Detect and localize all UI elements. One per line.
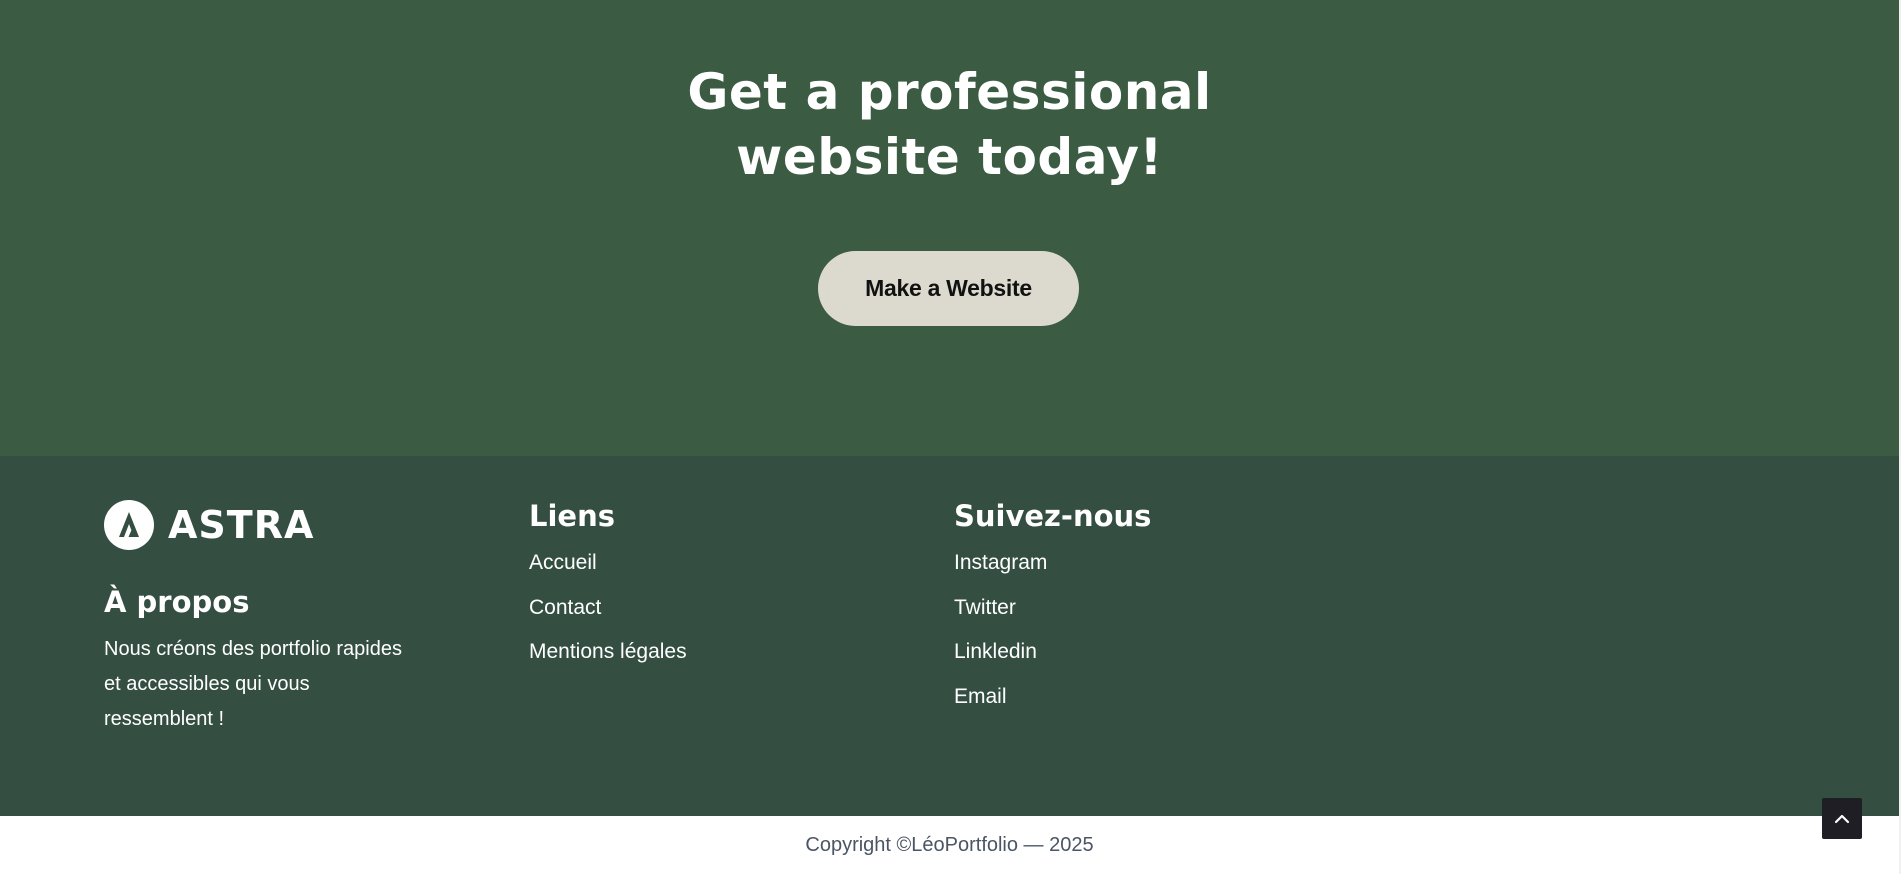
page: Get a professional website today! Make a… — [0, 0, 1901, 874]
make-a-website-button[interactable]: Make a Website — [818, 251, 1079, 326]
copyright-bar: Copyright ©LéoPortfolio — 2025 — [0, 816, 1899, 874]
social-link-linkedin[interactable]: Linkledin — [954, 630, 1047, 675]
follow-heading: Suivez-nous — [954, 499, 1152, 533]
social-link-twitter[interactable]: Twitter — [954, 586, 1047, 631]
social-link-email[interactable]: Email — [954, 675, 1047, 720]
chevron-up-icon — [1834, 814, 1850, 823]
footer-link-accueil[interactable]: Accueil — [529, 541, 687, 586]
footer-link-mentions-legales[interactable]: Mentions légales — [529, 630, 687, 675]
about-text: Nous créons des portfolio rapides et acc… — [104, 638, 402, 730]
scroll-to-top-button[interactable] — [1822, 798, 1862, 839]
footer-link-contact[interactable]: Contact — [529, 586, 687, 631]
cta-section: Get a professional website today! Make a… — [0, 0, 1899, 456]
links-heading: Liens — [529, 499, 615, 533]
social-links-list: Instagram Twitter Linkledin Email — [954, 541, 1047, 719]
about-heading: À propos — [104, 585, 250, 619]
links-list: Accueil Contact Mentions légales — [529, 541, 687, 675]
copyright-text: Copyright ©LéoPortfolio — 2025 — [805, 834, 1094, 856]
cta-title-line-2: website today! — [736, 128, 1163, 186]
cta-title-line-1: Get a professional — [687, 63, 1212, 121]
astra-logo-icon — [104, 500, 154, 550]
site-footer: ASTRA À propos Nous créons des portfolio… — [0, 456, 1899, 816]
cta-title: Get a professional website today! — [0, 60, 1899, 190]
astra-logo-text: ASTRA — [168, 503, 315, 547]
astra-logo[interactable]: ASTRA — [104, 499, 314, 551]
social-link-instagram[interactable]: Instagram — [954, 541, 1047, 586]
